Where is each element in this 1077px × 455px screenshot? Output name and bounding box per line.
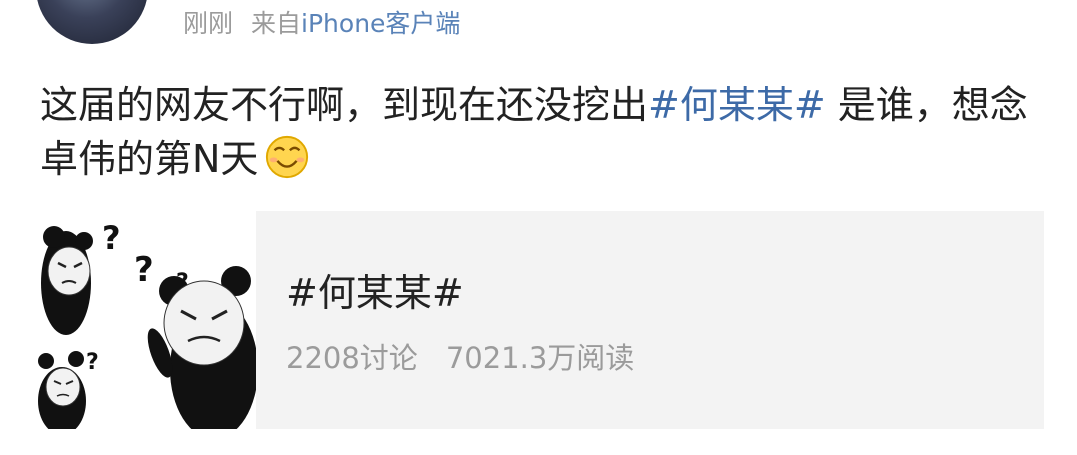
svg-text:?: ? <box>102 219 121 257</box>
topic-card[interactable]: ? ? ? ? <box>36 211 1044 439</box>
post-text: 这届的网友不行啊，到现在还没挖出#何某某# 是谁，想念卓伟的第N天 <box>40 78 1050 186</box>
post-text-before-topic: 这届的网友不行啊，到现在还没挖出 <box>40 83 649 127</box>
svg-text:?: ? <box>134 250 154 290</box>
topic-discussion-count: 2208讨论 <box>286 341 418 375</box>
post-meta: 刚刚 来自 iPhone客户端 <box>183 0 460 44</box>
topic-card-stats: 2208讨论 7021.3万阅读 <box>286 335 634 377</box>
topic-card-body: #何某某# 2208讨论 7021.3万阅读 <box>256 211 634 429</box>
topic-read-count: 7021.3万阅读 <box>445 341 635 375</box>
post-source-device[interactable]: iPhone客户端 <box>301 4 460 40</box>
post-time: 刚刚 <box>183 9 234 38</box>
smiley-face-icon <box>266 135 309 179</box>
post-source[interactable]: 来自 iPhone客户端 <box>251 4 460 40</box>
confused-panda-meme-image: ? ? ? ? <box>36 211 258 439</box>
topic-thumbnail: ? ? ? ? <box>36 211 258 439</box>
topic-card-title[interactable]: #何某某# <box>286 271 634 315</box>
post-source-prefix: 来自 <box>251 9 302 38</box>
svg-text:?: ? <box>86 350 99 375</box>
post-topic-link[interactable]: #何某某# <box>648 83 826 127</box>
user-avatar[interactable] <box>36 0 148 44</box>
